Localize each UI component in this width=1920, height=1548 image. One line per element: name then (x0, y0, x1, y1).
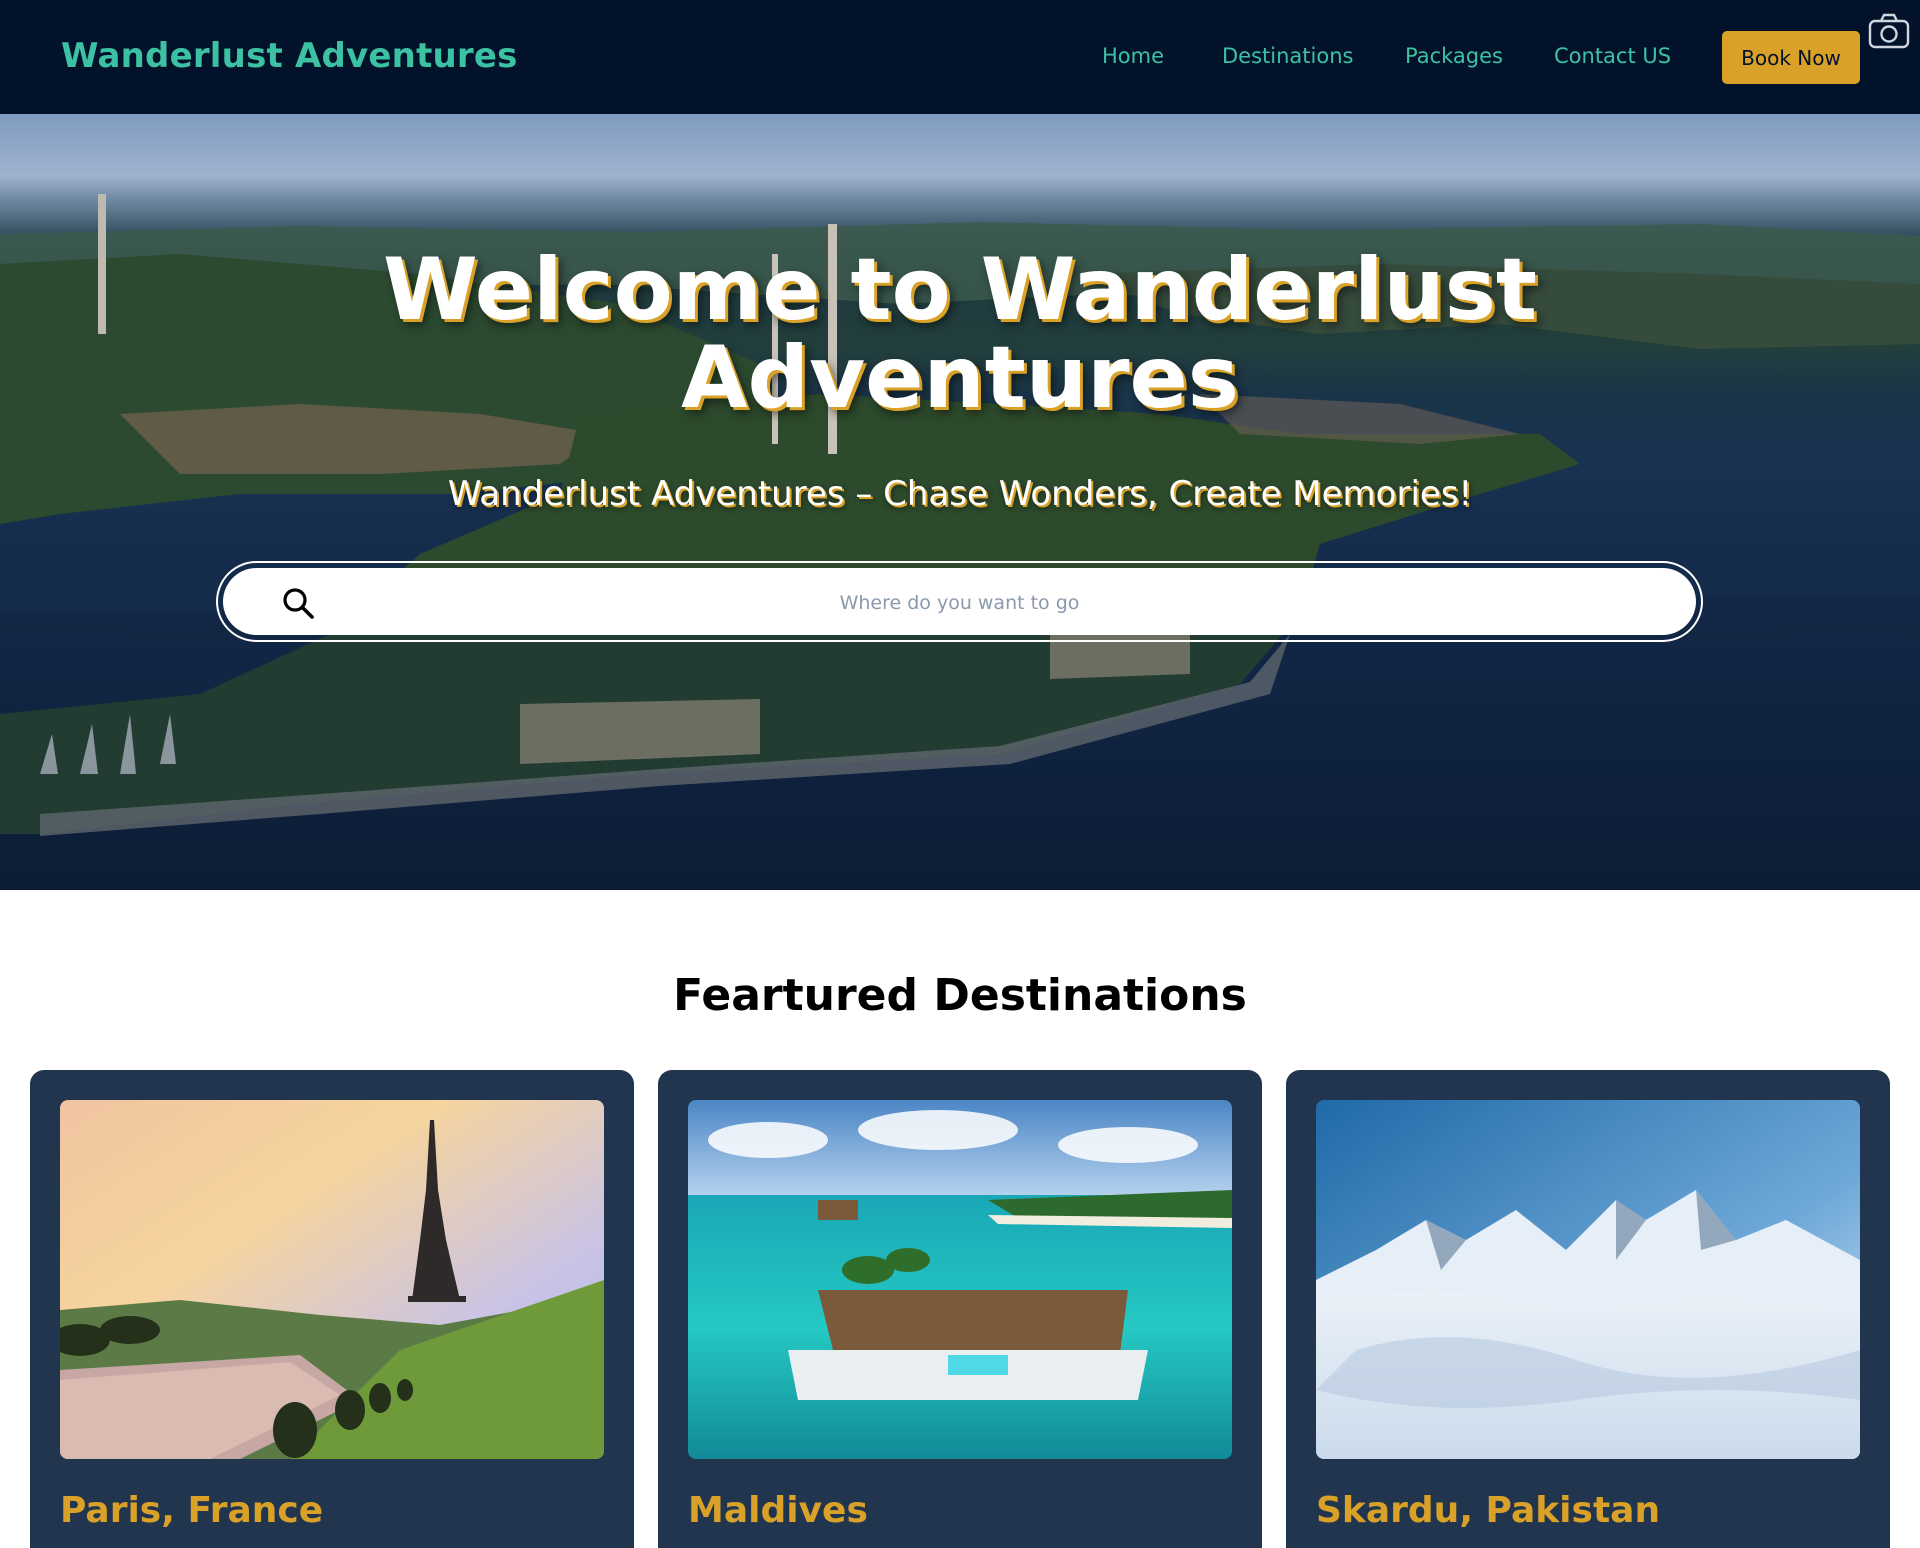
paris-eiffel-image (60, 1100, 604, 1459)
skardu-mountains-image (1316, 1100, 1860, 1459)
destination-name-maldives: Maldives (688, 1490, 868, 1531)
destination-name-paris: Paris, France (60, 1490, 324, 1531)
camera-icon[interactable] (1868, 12, 1910, 50)
top-navbar: Wanderlust Adventures Home Destinations … (0, 0, 1920, 114)
book-now-button[interactable]: Book Now (1722, 31, 1860, 84)
search-icon[interactable] (281, 586, 315, 620)
search-bar (216, 561, 1703, 642)
nav-link-destinations[interactable]: Destinations (1222, 44, 1353, 68)
search-box[interactable] (223, 568, 1696, 635)
nav-link-contact[interactable]: Contact US (1554, 44, 1671, 68)
nav-link-home[interactable]: Home (1102, 44, 1164, 68)
nav-links: Home Destinations Packages Contact US (0, 44, 1920, 74)
destination-image-paris[interactable] (60, 1100, 604, 1459)
featured-destinations-heading: Feartured Destinations (673, 970, 1247, 1021)
nav-link-packages[interactable]: Packages (1405, 44, 1503, 68)
hero-title-line-1: Welcome to Wanderlust (382, 240, 1538, 340)
maldives-resort-image (688, 1100, 1232, 1459)
destination-name-skardu: Skardu, Pakistan (1316, 1490, 1661, 1531)
destination-card-skardu[interactable]: Skardu, Pakistan (1286, 1070, 1890, 1548)
hero-banner: Welcome to Wanderlust Adventures Wanderl… (0, 114, 1920, 890)
destination-image-maldives[interactable] (688, 1100, 1232, 1459)
hero-title: Welcome to Wanderlust Adventures (0, 246, 1920, 422)
hero-title-line-2: Adventures (681, 328, 1239, 428)
destination-card-paris[interactable]: Paris, France (30, 1070, 634, 1548)
destination-image-skardu[interactable] (1316, 1100, 1860, 1459)
destination-search-input[interactable] (343, 578, 1576, 628)
hero-subtitle: Wanderlust Adventures – Chase Wonders, C… (447, 474, 1473, 514)
destination-card-maldives[interactable]: Maldives (658, 1070, 1262, 1548)
